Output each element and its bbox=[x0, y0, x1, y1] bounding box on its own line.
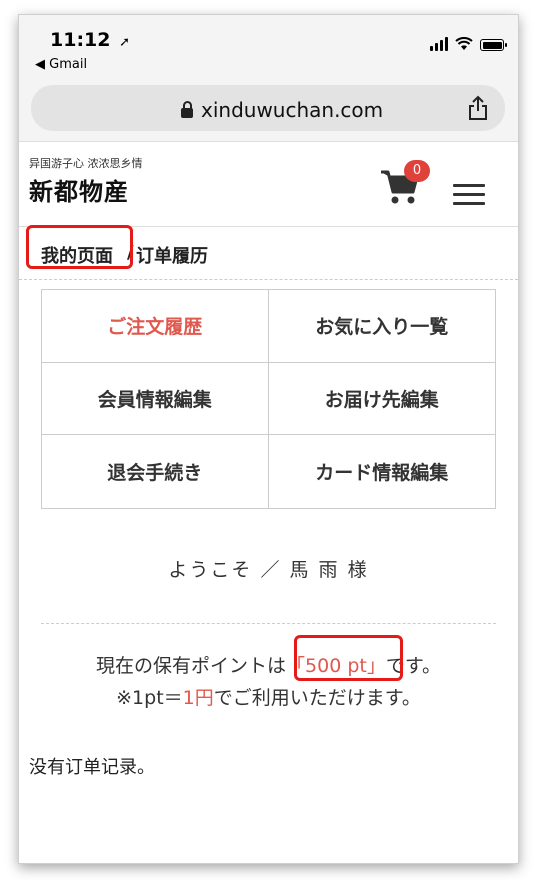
clock: 11:12 ➚ bbox=[50, 29, 130, 51]
no-orders-message: 没有订单记录。 bbox=[29, 757, 155, 778]
menu-withdraw[interactable]: 退会手続き bbox=[42, 435, 269, 508]
site-logo[interactable]: 新都物産 bbox=[29, 172, 129, 207]
menu-delivery-address[interactable]: お届け先編集 bbox=[268, 363, 495, 436]
welcome-message: ようこそ ／ 馬 雨 様 bbox=[168, 559, 369, 581]
highlight-box bbox=[26, 225, 133, 269]
battery-icon bbox=[480, 39, 507, 51]
points-line-2: ※1pt＝1円でご利用いただけます。 bbox=[19, 683, 518, 710]
hamburger-menu-icon[interactable] bbox=[453, 184, 485, 206]
menu-member-info[interactable]: 会員情報編集 bbox=[42, 362, 269, 436]
phone-screen: 11:12 ➚ ◀ Gmail xinduwuchan.com 异国游子心 浓浓… bbox=[18, 14, 519, 864]
rate-value: 1円 bbox=[182, 687, 214, 709]
lock-icon bbox=[181, 101, 193, 118]
url-text: xinduwuchan.com bbox=[201, 98, 384, 122]
site-header: 异国游子心 浓浓思乡情 新都物産 0 bbox=[19, 142, 518, 227]
back-to-gmail-link[interactable]: ◀ Gmail bbox=[35, 57, 87, 72]
menu-order-history[interactable]: ご注文履歴 bbox=[42, 290, 269, 363]
system-icons bbox=[430, 35, 507, 51]
cart-count-badge: 0 bbox=[404, 160, 430, 182]
signal-icon bbox=[430, 37, 448, 51]
browser-toolbar: xinduwuchan.com bbox=[19, 77, 518, 142]
rate-suffix: でご利用いただけます。 bbox=[213, 687, 421, 709]
wifi-icon bbox=[455, 37, 473, 50]
rate-prefix: ※1pt＝ bbox=[116, 687, 183, 709]
menu-favorites[interactable]: お気に入り一覧 bbox=[268, 290, 495, 363]
site-tagline: 异国游子心 浓浓思乡情 bbox=[29, 157, 143, 170]
location-arrow-icon: ➚ bbox=[119, 35, 131, 50]
address-bar[interactable]: xinduwuchan.com bbox=[31, 85, 505, 131]
status-bar: 11:12 ➚ ◀ Gmail bbox=[19, 15, 518, 77]
highlight-box bbox=[294, 635, 403, 681]
share-icon[interactable] bbox=[467, 95, 489, 121]
account-menu-grid: ご注文履歴 お気に入り一覧 会員情報編集 お届け先編集 退会手続き カード情報編… bbox=[41, 289, 496, 509]
menu-card-info[interactable]: カード情報編集 bbox=[269, 435, 496, 508]
divider bbox=[41, 623, 496, 624]
clock-text: 11:12 bbox=[50, 29, 111, 51]
points-line-1: 現在の保有ポイントは「500 pt」です。 bbox=[19, 651, 518, 678]
url-display[interactable]: xinduwuchan.com bbox=[181, 98, 383, 122]
points-prefix: 現在の保有ポイントは bbox=[96, 655, 287, 677]
breadcrumb-current: 订单履历 bbox=[136, 246, 208, 267]
